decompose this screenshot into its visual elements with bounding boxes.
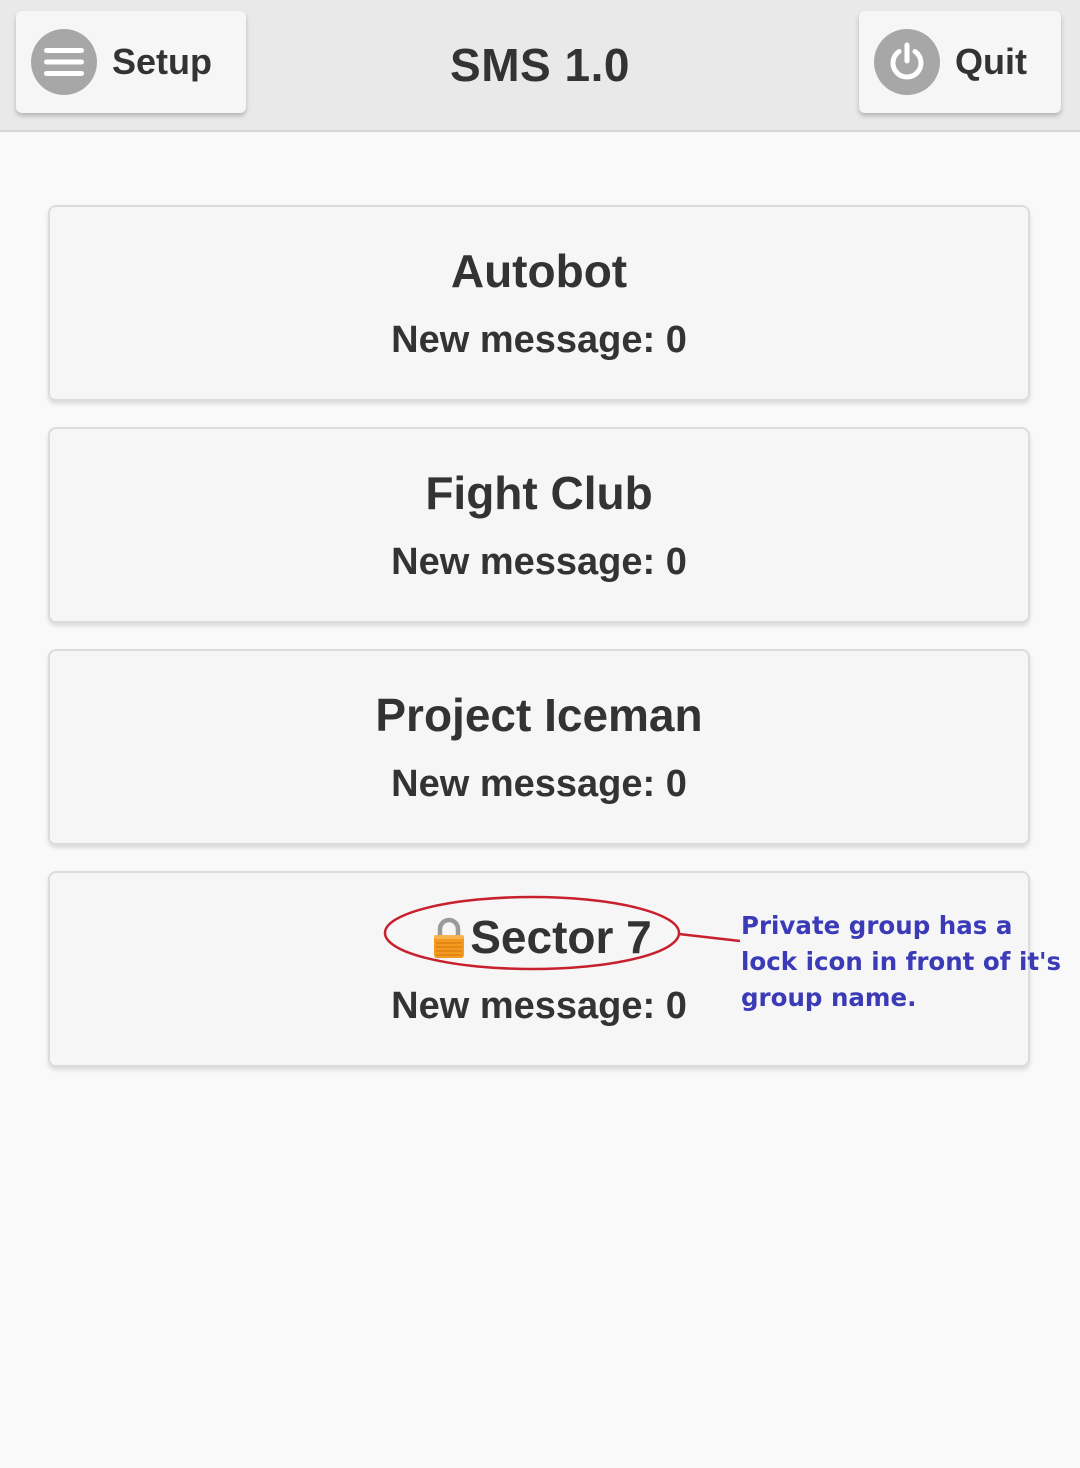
group-name: Sector 7 <box>470 911 652 963</box>
group-name: Project Iceman <box>375 689 703 741</box>
quit-label: Quit <box>955 41 1027 82</box>
new-message-count: New message: 0 <box>391 319 687 361</box>
power-icon <box>874 29 940 95</box>
group-card-project-iceman[interactable]: Project Iceman New message: 0 <box>48 649 1030 845</box>
new-message-count: New message: 0 <box>391 541 687 583</box>
new-message-count: New message: 0 <box>391 763 687 805</box>
group-name: Autobot <box>450 245 628 297</box>
quit-button[interactable]: Quit <box>859 11 1061 113</box>
group-card-fight-club[interactable]: Fight Club New message: 0 <box>48 427 1030 623</box>
lock-icon <box>432 915 466 971</box>
setup-button[interactable]: Setup <box>16 11 246 113</box>
group-name: Fight Club <box>425 467 653 519</box>
annotation-note: Private group has a lock icon in front o… <box>741 911 1062 1012</box>
app-header: SMS 1.0 Setup Quit <box>0 0 1080 132</box>
setup-label: Setup <box>112 41 213 82</box>
group-card-autobot[interactable]: Autobot New message: 0 <box>48 205 1030 401</box>
menu-icon <box>31 29 97 95</box>
